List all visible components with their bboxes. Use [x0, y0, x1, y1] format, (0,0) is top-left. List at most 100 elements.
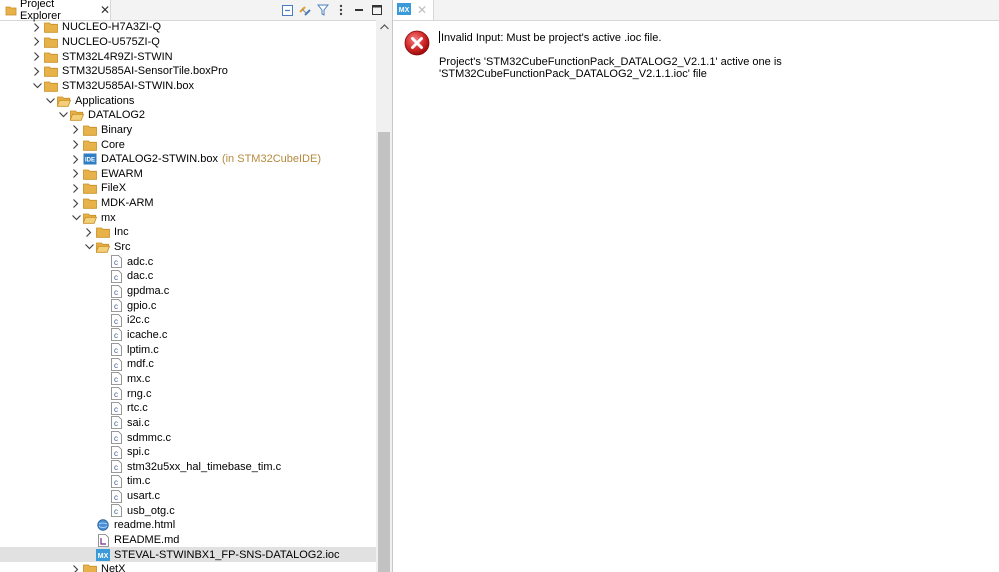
close-icon[interactable]: ✕ — [417, 3, 427, 17]
tree-item-label: stm32u5xx_hal_timebase_tim.c — [127, 460, 282, 473]
chevron-right-icon[interactable] — [70, 124, 82, 136]
folder-icon — [83, 563, 97, 572]
tree-item[interactable]: c gpio.c — [0, 298, 376, 313]
chevron-right-icon[interactable] — [31, 51, 43, 63]
chevron-down-icon[interactable] — [31, 80, 43, 92]
chevron-right-icon[interactable] — [70, 153, 82, 165]
chevron-down-icon[interactable] — [83, 241, 95, 253]
chevron-right-icon[interactable] — [70, 563, 82, 572]
ide-project-icon: IDE — [83, 153, 97, 165]
chevron-right-icon[interactable] — [31, 21, 43, 33]
maximize-icon[interactable] — [370, 3, 384, 17]
tree-item[interactable]: DATALOG2 — [0, 108, 376, 123]
chevron-down-icon[interactable] — [44, 95, 56, 107]
tree-item-label: usb_otg.c — [127, 504, 175, 517]
tree-item[interactable]: c lptim.c — [0, 342, 376, 357]
tree-item[interactable]: c sdmmc.c — [0, 430, 376, 445]
tree-item[interactable]: c mx.c — [0, 372, 376, 387]
chevron-right-icon[interactable] — [70, 168, 82, 180]
md-file-icon — [96, 533, 110, 547]
chevron-right-icon[interactable] — [70, 182, 82, 194]
tree-item-label: dac.c — [127, 270, 154, 283]
svg-text:c: c — [114, 507, 118, 516]
tree-item[interactable]: c mdf.c — [0, 357, 376, 372]
tree-item-label: NUCLEO-H7A3ZI-Q — [62, 21, 162, 34]
tree-item[interactable]: MDK-ARM — [0, 196, 376, 211]
tree-item[interactable]: mx — [0, 210, 376, 225]
tree-item[interactable]: EWARM — [0, 167, 376, 182]
tree-item-label: adc.c — [127, 255, 154, 268]
tree-item[interactable]: STM32U585AI-SensorTile.boxPro — [0, 64, 376, 79]
close-icon[interactable]: ✕ — [100, 3, 110, 17]
svg-text:c: c — [114, 405, 118, 414]
tree-item[interactable]: c usart.c — [0, 489, 376, 504]
tree-item[interactable]: c rtc.c — [0, 401, 376, 416]
tree-item-label: Binary — [101, 123, 133, 136]
tree-item[interactable]: FileX — [0, 181, 376, 196]
tree-item[interactable]: Binary — [0, 123, 376, 138]
html-file-icon — [96, 519, 110, 532]
view-menu-icon[interactable] — [334, 3, 348, 17]
chevron-right-icon[interactable] — [83, 226, 95, 238]
tree-item-label: Inc — [114, 226, 129, 239]
tree-item[interactable]: NUCLEO-H7A3ZI-Q — [0, 20, 376, 35]
collapse-all-icon[interactable] — [280, 3, 294, 17]
c-file-icon: c — [109, 401, 123, 415]
tree-item[interactable]: NetX — [0, 562, 376, 572]
tree-item-label: sdmmc.c — [127, 431, 171, 444]
tree-item[interactable]: NUCLEO-U575ZI-Q — [0, 35, 376, 50]
tree-item[interactable]: Src — [0, 240, 376, 255]
c-file-icon: c — [109, 475, 123, 488]
project-explorer-tab[interactable]: Project Explorer ✕ — [0, 0, 111, 22]
tree-item[interactable]: STM32L4R9ZI-STWIN — [0, 49, 376, 64]
scrollbar-thumb[interactable] — [378, 132, 390, 572]
tree-item[interactable]: c adc.c — [0, 254, 376, 269]
tree-scrollbar[interactable] — [376, 20, 392, 572]
tree-item[interactable]: Applications — [0, 93, 376, 108]
tree-item[interactable]: c dac.c — [0, 269, 376, 284]
chevron-right-icon[interactable] — [70, 139, 82, 151]
svg-text:c: c — [114, 449, 118, 458]
tree-item[interactable]: c i2c.c — [0, 313, 376, 328]
folder-icon — [96, 226, 110, 239]
scroll-up-arrow-icon[interactable] — [376, 20, 392, 34]
link-with-editor-icon[interactable] — [298, 3, 312, 17]
minimize-icon[interactable] — [352, 3, 366, 17]
tree-item[interactable]: c rng.c — [0, 386, 376, 401]
svg-text:c: c — [114, 361, 118, 370]
tree-item[interactable]: IDE DATALOG2-STWIN.box (in STM32CubeIDE) — [0, 152, 376, 167]
chevron-right-icon[interactable] — [31, 65, 43, 77]
tree-item[interactable]: c sai.c — [0, 416, 376, 431]
tree-item[interactable]: c spi.c — [0, 445, 376, 460]
chevron-down-icon[interactable] — [70, 212, 82, 224]
tree-item[interactable]: c tim.c — [0, 474, 376, 489]
folder-icon — [83, 124, 97, 136]
chevron-down-icon[interactable] — [57, 109, 69, 121]
tree-item[interactable]: c stm32u5xx_hal_timebase_tim.c — [0, 460, 376, 475]
editor-panel: MX ✕ Invalid Input: Must be project's ac… — [393, 0, 999, 572]
tree-item[interactable]: README.md — [0, 533, 376, 548]
svg-text:c: c — [114, 331, 118, 340]
project-folder-icon — [44, 65, 58, 77]
svg-text:c: c — [114, 434, 118, 443]
editor-tab-ioc[interactable]: MX ✕ — [393, 0, 434, 20]
tree-item-label: usart.c — [127, 490, 161, 503]
tree-item[interactable]: c usb_otg.c — [0, 503, 376, 518]
tree-item[interactable]: Core — [0, 137, 376, 152]
tree-item[interactable]: Inc — [0, 225, 376, 240]
chevron-right-icon[interactable] — [70, 197, 82, 209]
c-file-icon: c — [109, 284, 123, 298]
tree-item[interactable]: readme.html — [0, 518, 376, 533]
tree-item[interactable]: MX STEVAL-STWINBX1_FP-SNS-DATALOG2.ioc — [0, 547, 376, 563]
tree-item[interactable]: STM32U585AI-STWIN.box — [0, 79, 376, 94]
filter-icon[interactable] — [316, 3, 330, 17]
tree-item[interactable]: c gpdma.c — [0, 284, 376, 299]
chevron-right-icon[interactable] — [31, 36, 43, 48]
tree-item[interactable]: c icache.c — [0, 328, 376, 343]
svg-text:c: c — [114, 478, 118, 487]
